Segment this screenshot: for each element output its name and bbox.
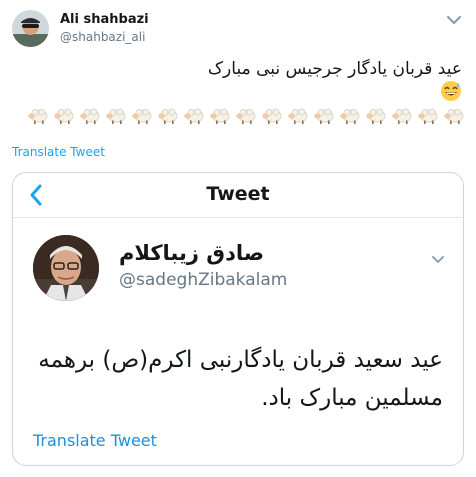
sheep-icon xyxy=(392,108,412,124)
sheep-icon xyxy=(106,108,126,124)
author-handle[interactable]: @shahbazi_ali xyxy=(60,30,145,44)
screenshot-translate-tweet-link: Translate Tweet xyxy=(33,431,157,450)
avatar[interactable] xyxy=(12,10,49,47)
sheep-icon xyxy=(262,108,282,124)
sheep-emoji-row xyxy=(27,106,466,126)
sheep-icon xyxy=(28,108,48,124)
sheep-icon xyxy=(366,108,386,124)
grinning-face-with-sweat-icon xyxy=(440,80,462,102)
sheep-icon xyxy=(54,108,74,124)
sheep-icon xyxy=(158,108,178,124)
sheep-icon xyxy=(340,108,360,124)
embedded-tweet-screenshot[interactable]: Tweet صادق زیباکلام @sadeghZibakalam عید… xyxy=(12,172,464,466)
screenshot-avatar xyxy=(33,235,99,301)
screenshot-header-title: Tweet xyxy=(206,183,270,205)
sheep-icon xyxy=(444,108,464,124)
screenshot-author-handle: @sadeghZibakalam xyxy=(119,270,288,290)
sheep-icon xyxy=(184,108,204,124)
screenshot-tweet-text: عید سعید قربان یادگارنبی اکرم(ص) برهمه م… xyxy=(38,347,443,411)
sheep-icon xyxy=(210,108,230,124)
author-name[interactable]: Ali shahbazi xyxy=(60,12,149,27)
sheep-icon xyxy=(418,108,438,124)
sheep-icon xyxy=(288,108,308,124)
chevron-down-icon[interactable] xyxy=(444,12,464,26)
tweet-text: عید قربان یادگار جرجیس نبی مبارک xyxy=(207,59,462,79)
screenshot-chevron-down-icon xyxy=(430,251,446,263)
sheep-icon xyxy=(80,108,100,124)
sheep-icon xyxy=(314,108,334,124)
translate-tweet-link[interactable]: Translate Tweet xyxy=(12,145,105,159)
screenshot-author-name: صادق زیباکلام xyxy=(119,241,265,265)
sheep-icon xyxy=(236,108,256,124)
screenshot-header: Tweet xyxy=(13,173,463,218)
sheep-icon xyxy=(132,108,152,124)
